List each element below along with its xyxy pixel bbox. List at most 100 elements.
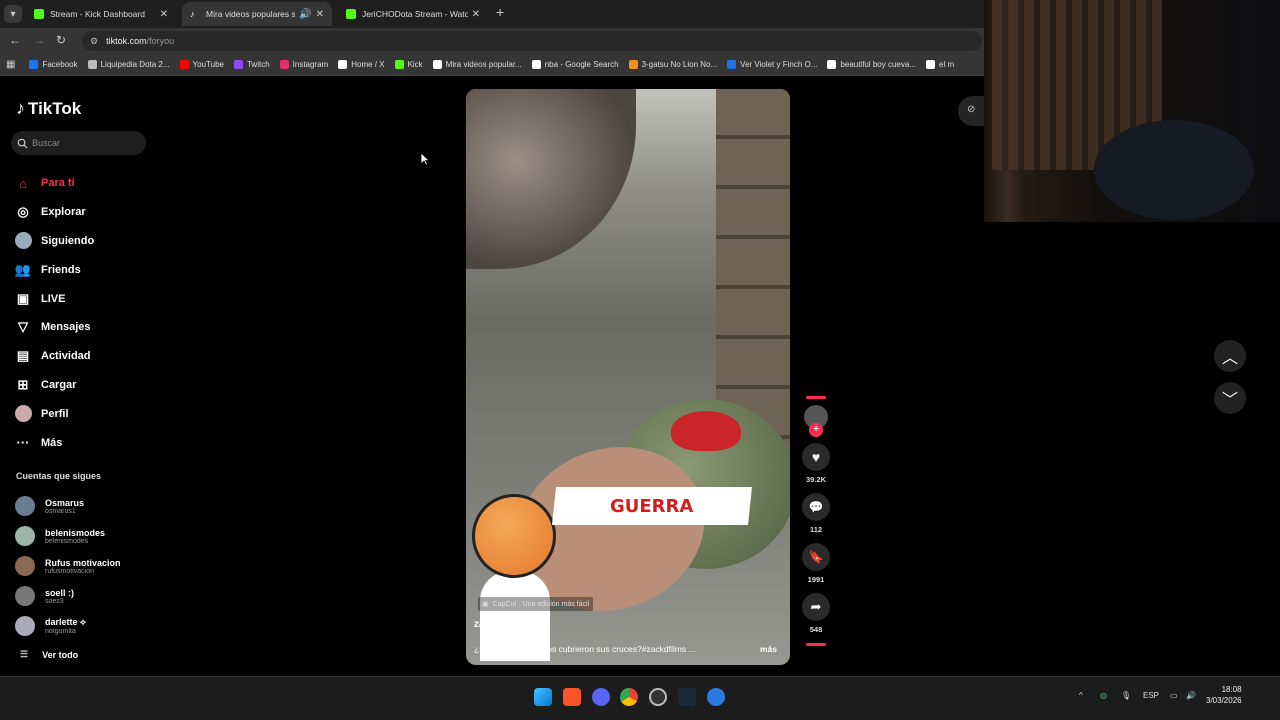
following-username: belenismodes xyxy=(45,537,89,545)
nav-item-mensajes[interactable]: ▽ Mensajes xyxy=(14,313,154,342)
following-item[interactable]: soell :) soez3 xyxy=(15,581,155,611)
comment-button[interactable]: 💬 xyxy=(802,493,830,521)
tab-title: Mira videos populares sele xyxy=(206,9,296,19)
following-username: rufusmotivacion xyxy=(45,567,95,575)
volume-icon[interactable]: 🔊 xyxy=(1186,691,1196,700)
kick-icon xyxy=(34,9,44,19)
nav-item-explorar[interactable]: ◎ Explorar xyxy=(14,198,154,227)
bookmark-favicon-icon xyxy=(394,60,404,69)
following-item[interactable]: Rufus motivacion rufusmotivacion xyxy=(15,551,155,581)
tiktok-icon: ♪ xyxy=(190,9,195,19)
bookmark-item[interactable]: Facebook xyxy=(29,60,78,69)
bookmark-item[interactable]: 3-gatsu No Lion No... xyxy=(628,60,717,69)
overlay-text: GUERRA xyxy=(610,495,694,517)
bookmark-item[interactable]: Ver Violet y Finch O... xyxy=(727,60,817,69)
site-info-icon[interactable]: ⚙ xyxy=(90,36,98,47)
nav-item-para-ti[interactable]: ⌂ Para ti xyxy=(14,169,154,198)
bookmark-favicon-icon xyxy=(179,60,189,69)
bookmark-item[interactable]: Instagram xyxy=(279,60,329,69)
capcut-icon: ▣ xyxy=(482,601,489,608)
search-icon xyxy=(17,138,28,149)
start-windows-icon[interactable] xyxy=(534,688,552,706)
following-name: Rufus motivacion xyxy=(45,557,121,568)
bookmark-item[interactable]: YouTube xyxy=(179,60,224,69)
bookmark-item[interactable]: Liquipedia Dota 2... xyxy=(87,60,170,69)
bookmark-item[interactable]: beautiful boy cueva... xyxy=(827,60,916,69)
share-button[interactable]: ➦ xyxy=(802,593,830,621)
bookmark-item[interactable]: Mira videos popular... xyxy=(432,60,522,69)
kick-icon xyxy=(346,9,356,19)
nav-label: Actividad xyxy=(41,350,91,363)
following-item[interactable]: belenismodes belenismodes xyxy=(15,521,155,551)
forward-icon[interactable]: → xyxy=(33,33,45,47)
tray-app-icon[interactable]: ◍ xyxy=(1100,691,1107,700)
bookmark-icon: 🔖 xyxy=(808,550,824,564)
creator-avatar[interactable]: + xyxy=(804,405,828,437)
bookmark-item[interactable]: nba - Google Search xyxy=(531,60,619,69)
nav-item-friends[interactable]: 👥 Friends xyxy=(14,255,154,284)
tab-list-button[interactable]: ▾ xyxy=(4,5,22,23)
bookmark-label: beautiful boy cueva... xyxy=(840,60,916,69)
previous-video-button[interactable]: ︿ xyxy=(1214,340,1246,372)
obs-icon[interactable] xyxy=(649,688,667,706)
language-indicator[interactable]: ESP xyxy=(1143,691,1159,700)
nav-item-perfil[interactable]: Perfil xyxy=(14,399,154,428)
see-all-link[interactable]: ☰ Ver todo xyxy=(20,649,78,660)
bookmark-favicon-icon xyxy=(432,60,442,69)
time: 18:08 xyxy=(1221,685,1242,694)
nav-item-cargar[interactable]: ⊞ Cargar xyxy=(14,371,154,400)
bookmark-item[interactable]: el m xyxy=(926,60,954,69)
search-input[interactable]: Buscar xyxy=(11,131,146,155)
capcut-tag[interactable]: ▣ CapCut · Una edición más fácil xyxy=(478,597,594,611)
audio-icon[interactable]: 🔊 xyxy=(299,9,311,20)
nav-item-m-s[interactable]: ··· Más xyxy=(14,428,154,457)
tab-tiktok[interactable]: ♪ Mira videos populares sele 🔊 ✕ xyxy=(182,2,332,26)
back-icon[interactable]: ← xyxy=(9,33,21,47)
following-item[interactable]: Osmarus osmarus1 xyxy=(15,491,155,521)
tab-title: Stream - Kick Dashboard xyxy=(50,9,145,19)
bookmark-item[interactable]: Home / X xyxy=(338,60,385,69)
avatar xyxy=(15,586,35,606)
tab-kick-dashboard[interactable]: Stream - Kick Dashboard ✕ xyxy=(26,2,176,26)
video-player[interactable]: GUERRA ▣ CapCut · Una edición más fácil z… xyxy=(466,89,790,665)
more-link[interactable]: más xyxy=(760,644,777,654)
close-tab-icon[interactable]: ✕ xyxy=(472,9,480,20)
following-item[interactable]: darlette ⟡ notgumita xyxy=(15,611,155,641)
video-username[interactable]: zackdfilms897 xyxy=(474,619,542,630)
close-tab-icon[interactable]: ✕ xyxy=(316,9,324,20)
clock[interactable]: 18:08 3/03/2026 xyxy=(1206,684,1242,706)
bookmark-item[interactable]: Twitch xyxy=(233,60,270,69)
app-icon[interactable] xyxy=(707,688,725,706)
bookmark-favicon-icon xyxy=(87,60,97,69)
tray-chevron-icon[interactable]: ^ xyxy=(1079,691,1083,700)
url-field[interactable]: ⚙ tiktok.com/foryou xyxy=(82,31,982,51)
activity-icon: ▤ xyxy=(16,348,30,364)
nav-label: Siguiendo xyxy=(41,234,95,247)
next-video-button[interactable]: ﹀ xyxy=(1214,382,1246,414)
reload-icon[interactable]: ↻ xyxy=(56,33,66,47)
steam-icon[interactable] xyxy=(678,688,696,706)
network-icon[interactable]: ▭ xyxy=(1170,691,1178,700)
discord-icon[interactable] xyxy=(592,688,610,706)
microphone-icon[interactable]: 🎙 xyxy=(1121,691,1131,700)
nav-label: LIVE xyxy=(41,292,66,305)
like-button[interactable]: ♥ xyxy=(802,443,830,471)
bookmark-label: el m xyxy=(939,60,955,69)
nav-item-live[interactable]: ▣ LIVE xyxy=(14,284,154,313)
bookmark-label: Twitch xyxy=(246,60,270,69)
nav-item-siguiendo[interactable]: Siguiendo xyxy=(14,227,154,256)
nav-item-actividad[interactable]: ▤ Actividad xyxy=(14,342,154,371)
brave-icon[interactable] xyxy=(563,688,581,706)
close-tab-icon[interactable]: ✕ xyxy=(160,9,168,20)
tiktok-logo[interactable]: ♪ TikTok xyxy=(16,98,81,119)
bookmark-label: Instagram xyxy=(292,60,329,69)
progress-mark-top xyxy=(806,396,826,399)
chrome-icon[interactable] xyxy=(620,688,638,706)
new-tab-button[interactable]: + xyxy=(496,4,504,20)
comment-count: 112 xyxy=(809,525,823,534)
bookmark-item[interactable]: Kick xyxy=(394,60,423,69)
follow-plus-icon[interactable]: + xyxy=(809,423,823,437)
save-button[interactable]: 🔖 xyxy=(802,543,830,571)
tab-jericho-stream[interactable]: JeriCHODota Stream - Watch Li ✕ xyxy=(338,2,488,26)
apps-grid-icon[interactable]: ▦ xyxy=(6,59,15,70)
